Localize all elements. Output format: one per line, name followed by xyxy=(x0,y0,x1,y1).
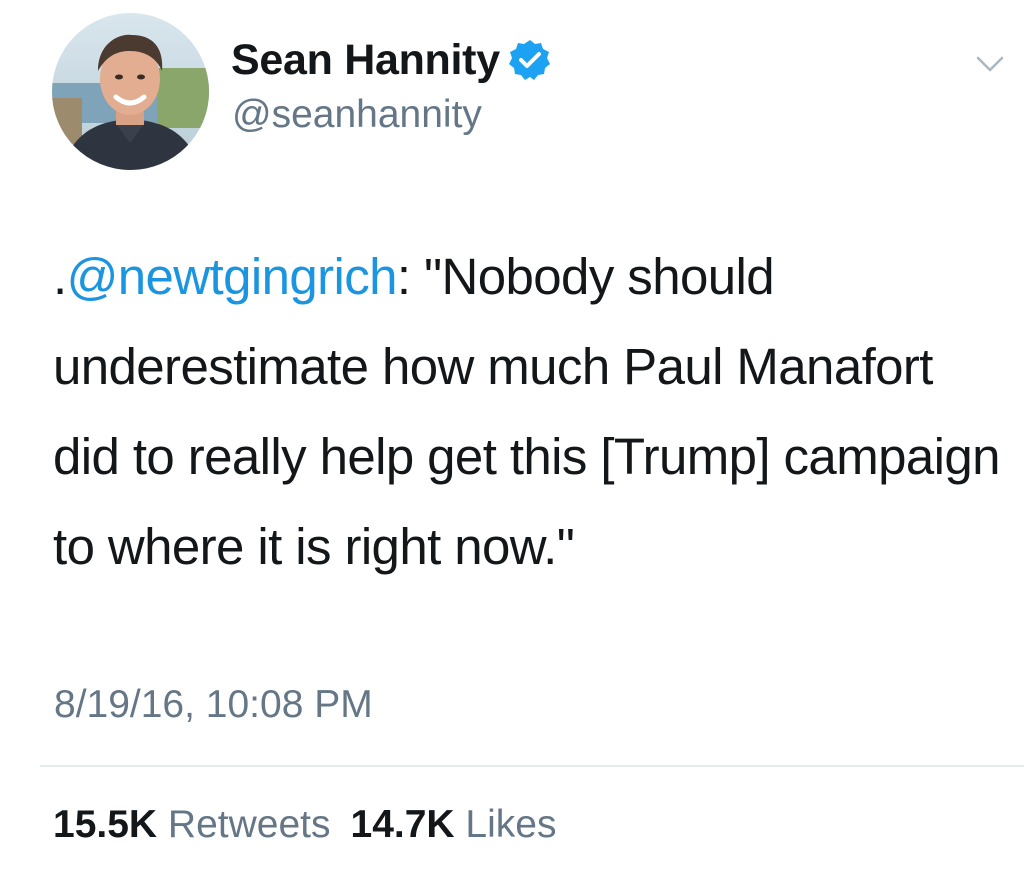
retweets-count: 15.5K xyxy=(53,803,158,846)
retweets-label: Retweets xyxy=(167,803,331,846)
mention-link[interactable]: @newtgingrich xyxy=(67,248,398,305)
retweets-stat[interactable]: 15.5K Retweets xyxy=(53,801,331,849)
likes-count: 14.7K xyxy=(350,803,455,846)
likes-label: Likes xyxy=(465,803,557,846)
tweet-timestamp[interactable]: 8/19/16, 10:08 PM xyxy=(54,681,373,729)
avatar[interactable] xyxy=(52,13,209,170)
tweet-menu-button[interactable] xyxy=(970,50,1010,80)
user-handle[interactable]: @seanhannity xyxy=(232,92,482,138)
divider xyxy=(40,765,1024,767)
avatar-image xyxy=(52,13,209,170)
verified-badge-icon xyxy=(508,38,552,82)
chevron-down-icon xyxy=(976,56,1004,72)
display-name[interactable]: Sean Hannity xyxy=(231,34,552,86)
display-name-text: Sean Hannity xyxy=(231,36,500,84)
tweet-prefix: . xyxy=(53,248,67,305)
tweet-stats: 15.5K Retweets 14.7K Likes xyxy=(53,801,556,849)
likes-stat[interactable]: 14.7K Likes xyxy=(351,801,557,849)
tweet-card: Sean Hannity @seanhannity .@newtgingrich… xyxy=(0,0,1024,872)
tweet-text: .@newtgingrich: "Nobody should underesti… xyxy=(53,232,1008,592)
